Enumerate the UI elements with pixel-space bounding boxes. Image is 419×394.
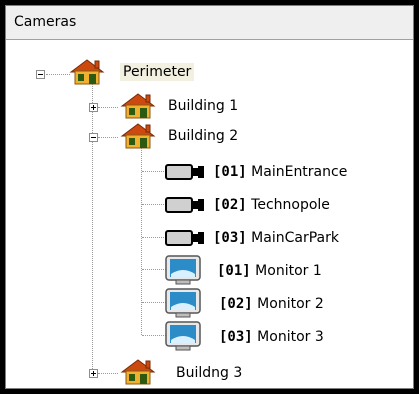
monitor-icon	[165, 321, 201, 351]
house-icon	[69, 59, 105, 85]
collapse-toggle-icon[interactable]	[89, 133, 98, 142]
tree-label-device[interactable]: [01] Monitor 1	[217, 262, 322, 280]
device-name: Monitor 2	[257, 296, 324, 312]
tree-item-monitor[interactable]: [01] Monitor 1	[6, 254, 415, 286]
device-code: [03]	[213, 230, 247, 246]
device-code: [01]	[213, 164, 247, 180]
tree-label-device[interactable]: [03] MainCarPark	[213, 229, 339, 247]
camera-icon	[165, 230, 204, 246]
cameras-panel: Cameras Perimeter Building 1 Building 2 …	[5, 5, 414, 389]
tree-label-device[interactable]: [01] MainEntrance	[213, 163, 347, 181]
tree-label-device[interactable]: [02] Monitor 2	[219, 295, 324, 313]
tree-label-perimeter[interactable]: Perimeter	[120, 63, 195, 81]
house-icon	[120, 123, 156, 149]
tree-item-building-2[interactable]: Building 2	[6, 122, 415, 152]
device-code: [01]	[217, 263, 251, 279]
tree-item-camera[interactable]: [01] MainEntrance	[6, 158, 415, 186]
camera-tree[interactable]: Perimeter Building 1 Building 2 [01] Mai…	[6, 40, 413, 388]
expand-toggle-icon[interactable]	[89, 103, 98, 112]
device-name: Technopole	[251, 197, 330, 213]
device-name: Monitor 1	[255, 263, 322, 279]
tree-item-building-1[interactable]: Building 1	[6, 92, 415, 122]
panel-header: Cameras	[6, 6, 413, 40]
device-code: [02]	[213, 197, 247, 213]
panel-title: Cameras	[14, 14, 77, 30]
tree-item-monitor[interactable]: [03] Monitor 3	[6, 320, 415, 352]
device-name: Monitor 3	[257, 329, 324, 345]
camera-icon	[165, 164, 204, 180]
device-name: MainCarPark	[251, 230, 339, 246]
tree-item-camera[interactable]: [02] Technopole	[6, 191, 415, 219]
tree-item-perimeter[interactable]: Perimeter	[6, 40, 415, 85]
collapse-toggle-icon[interactable]	[36, 70, 45, 79]
tree-item-camera[interactable]: [03] MainCarPark	[6, 224, 415, 252]
device-name: MainEntrance	[251, 164, 348, 180]
monitor-icon	[165, 288, 201, 318]
tree-label-device[interactable]: [03] Monitor 3	[219, 328, 324, 346]
device-code: [03]	[219, 329, 253, 345]
monitor-icon	[165, 255, 201, 285]
device-code: [02]	[219, 296, 253, 312]
expand-toggle-icon[interactable]	[89, 369, 98, 378]
house-icon	[120, 359, 156, 385]
tree-label-building-3[interactable]: Buildng 3	[176, 364, 242, 382]
tree-label-building-1[interactable]: Building 1	[168, 97, 238, 115]
tree-item-monitor[interactable]: [02] Monitor 2	[6, 287, 415, 319]
camera-icon	[165, 197, 204, 213]
house-icon	[120, 93, 156, 119]
tree-item-building-3[interactable]: Buildng 3	[6, 358, 415, 388]
tree-label-device[interactable]: [02] Technopole	[213, 196, 330, 214]
tree-label-building-2[interactable]: Building 2	[168, 127, 238, 145]
tree-line-root-h	[46, 74, 70, 75]
